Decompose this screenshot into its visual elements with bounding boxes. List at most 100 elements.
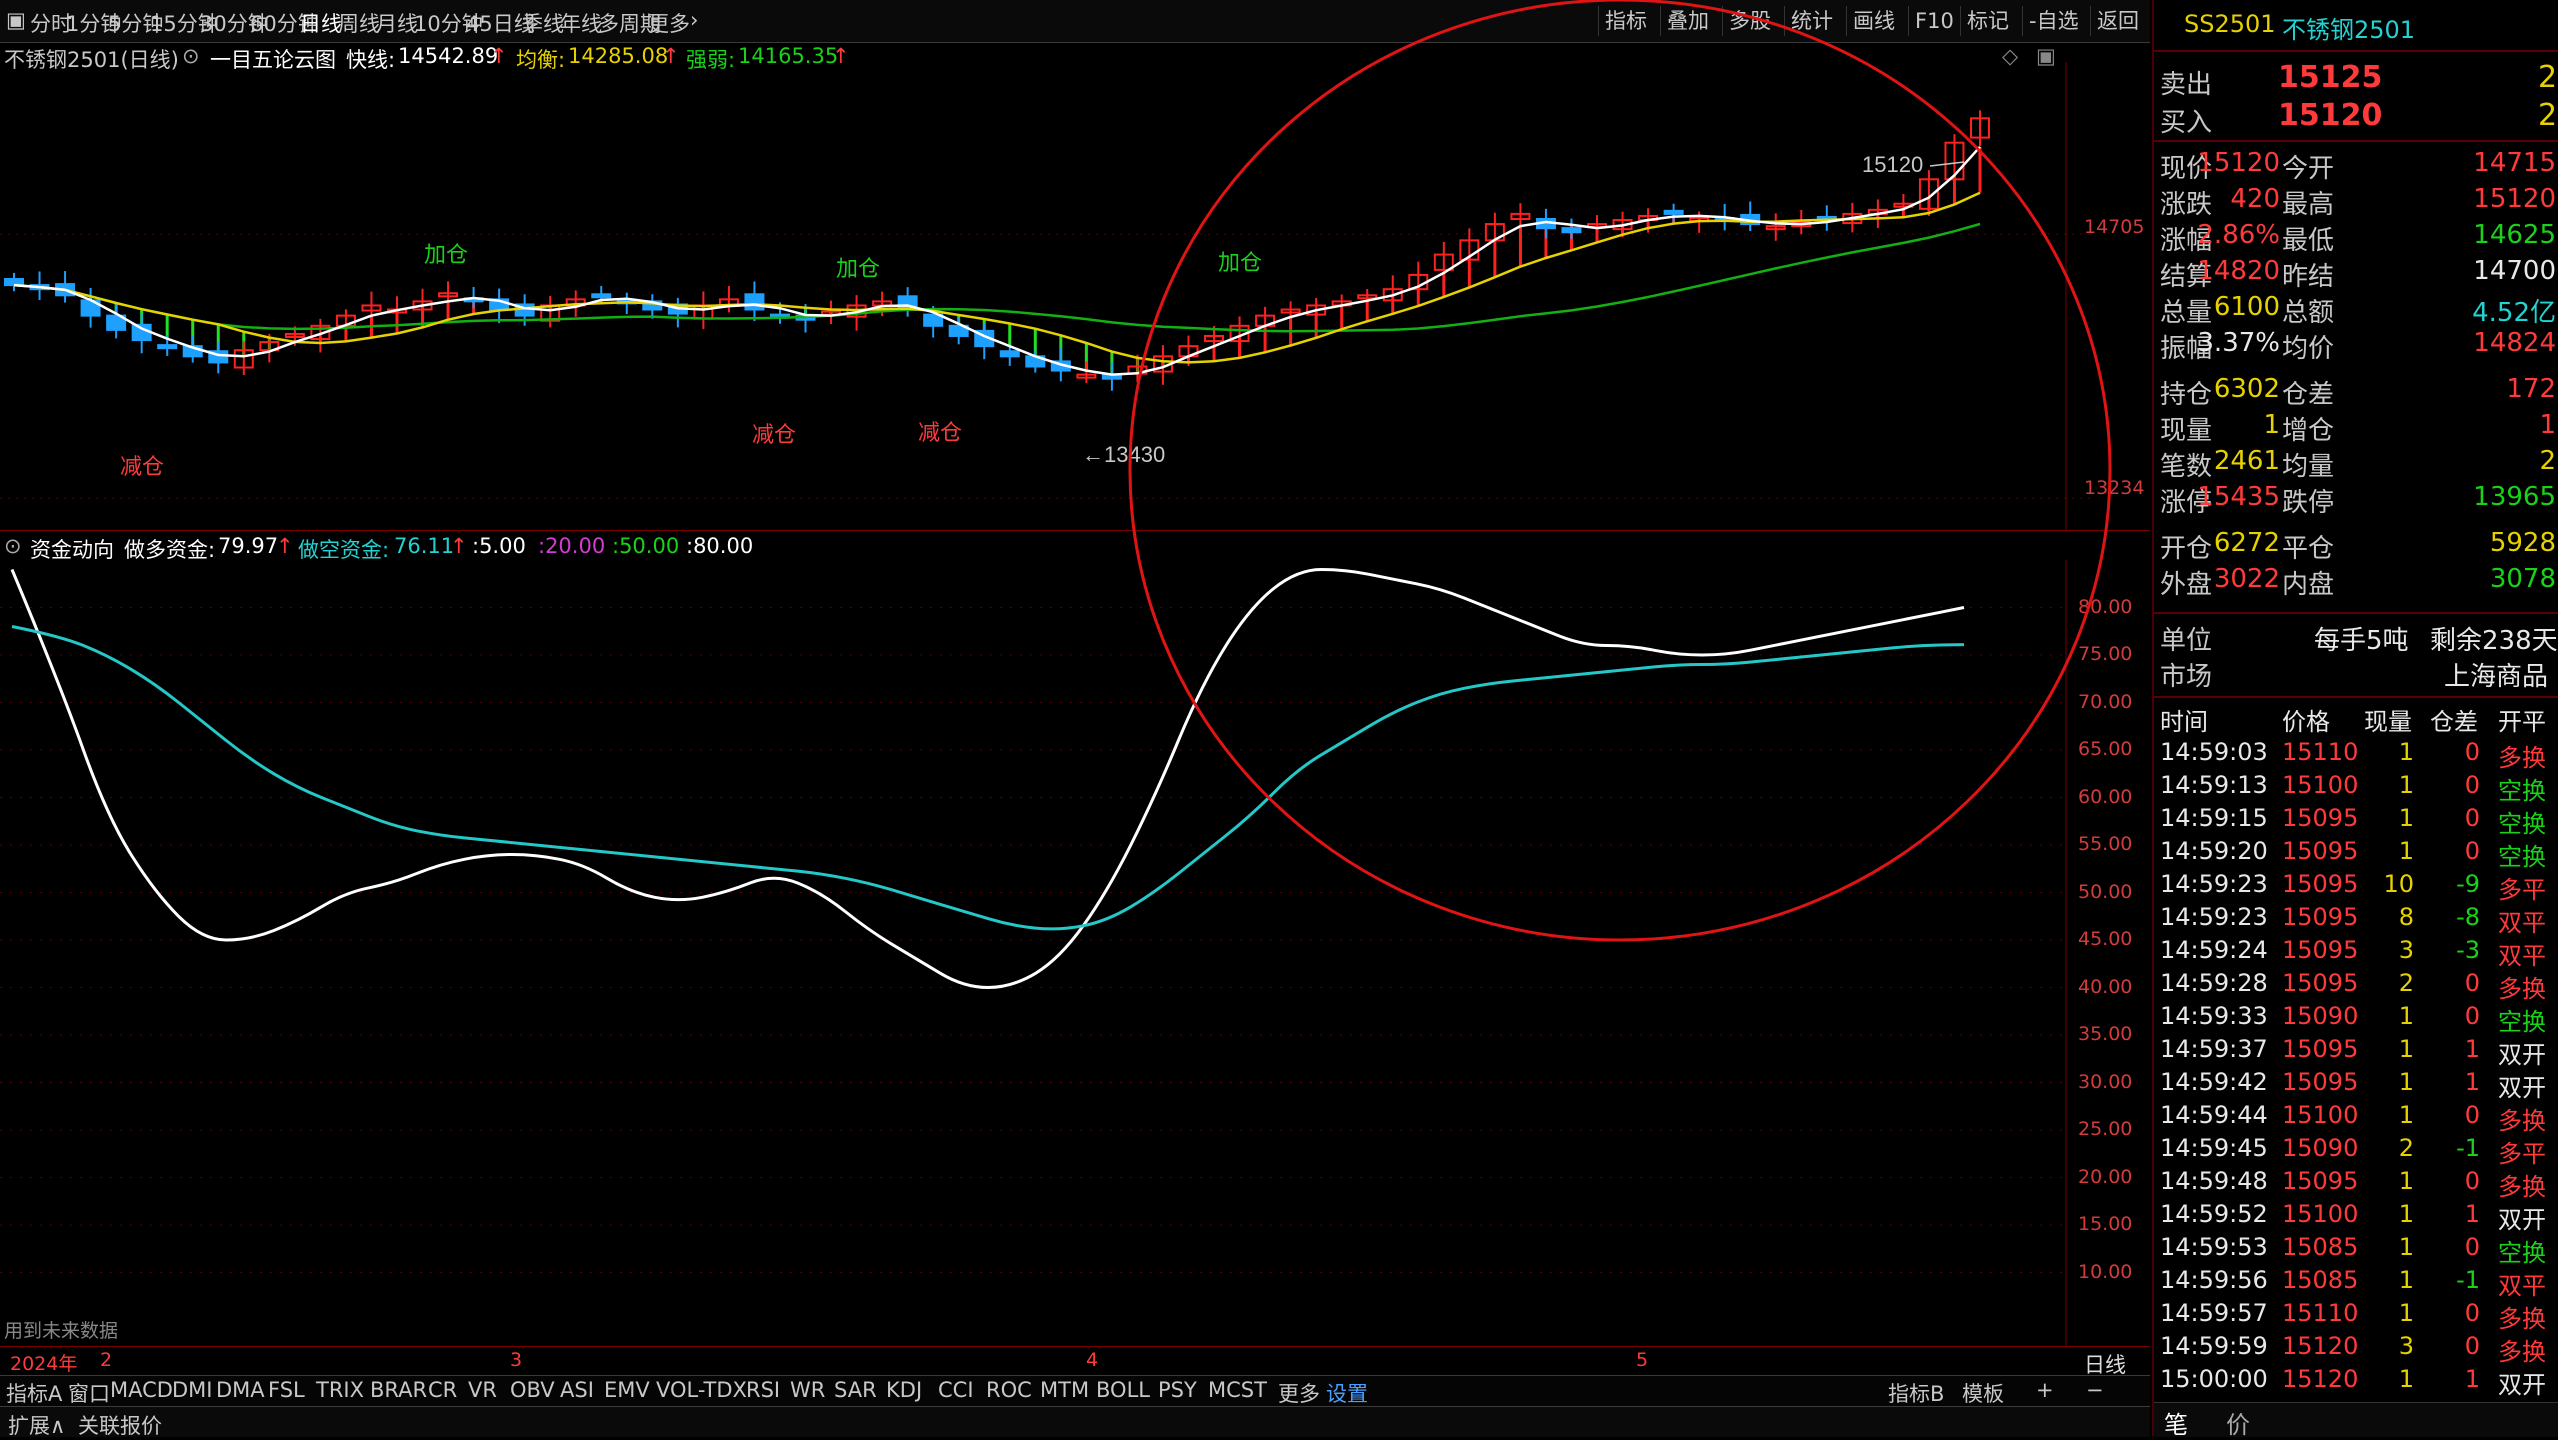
tick-row[interactable]: 14:59:15 15095 1 0 空换: [2154, 804, 2558, 838]
tick-row[interactable]: 14:59:57 15110 1 0 多换: [2154, 1299, 2558, 1333]
bid-row: 买入 15120 2: [2154, 98, 2558, 138]
tick-time: 14:59:42: [2160, 1068, 2268, 1096]
tick-price: 15085: [2282, 1233, 2359, 1261]
tick-oi-change: 0: [2464, 1233, 2480, 1261]
tick-row[interactable]: 14:59:13 15100 1 0 空换: [2154, 771, 2558, 805]
tick-oi-change: 1: [2464, 1068, 2480, 1096]
tab-cr[interactable]: CR: [428, 1378, 457, 1402]
tab-cci[interactable]: CCI: [938, 1378, 974, 1402]
tick-row[interactable]: 14:59:42 15095 1 1 双开: [2154, 1068, 2558, 1102]
indicator-axis-tick: 35.00: [2078, 1023, 2133, 1045]
tick-row[interactable]: 14:59:20 15095 1 0 空换: [2154, 837, 2558, 871]
quote-label: 涨跌: [2160, 190, 2213, 220]
tick-row[interactable]: 14:59:24 15095 3 -3 双平: [2154, 936, 2558, 970]
tab-fsl[interactable]: FSL: [268, 1378, 305, 1402]
tab-dma[interactable]: DMA: [216, 1378, 265, 1402]
tick-row[interactable]: 14:59:45 15090 2 -1 多平: [2154, 1134, 2558, 1168]
tick-row[interactable]: 15:00:00 15120 1 1 双开: [2154, 1365, 2558, 1399]
quote-label-2: 均价: [2282, 334, 2335, 364]
quote-value: 6302: [2213, 374, 2280, 404]
tick-row[interactable]: 14:59:52 15100 1 1 双开: [2154, 1200, 2558, 1234]
tab-窗口[interactable]: 窗口: [68, 1378, 110, 1408]
tab-obv[interactable]: OBV: [510, 1378, 555, 1402]
tab-right-1[interactable]: 模板: [1962, 1378, 2004, 1408]
quote-value-2: 3078: [2489, 564, 2556, 594]
tick-oi-change: -8: [2456, 903, 2480, 931]
tick-oi-change: 0: [2464, 837, 2480, 865]
quote-row: 涨停 15435 跌停 13965: [2154, 482, 2558, 518]
tab-boll[interactable]: BOLL: [1096, 1378, 1150, 1402]
quote-label-2: 均量: [2282, 452, 2335, 482]
tab-macd[interactable]: MACD: [110, 1378, 173, 1402]
tab-vol-tdx[interactable]: VOL-TDX: [656, 1378, 747, 1402]
unit-row: 单位 每手5吨 剩余238天: [2154, 620, 2558, 656]
time-axis-month: 5: [1636, 1349, 1649, 1371]
tab-brar[interactable]: BRAR: [370, 1378, 427, 1402]
tab-vr[interactable]: VR: [468, 1378, 497, 1402]
tick-volume: 2: [2398, 969, 2414, 997]
tick-oi-change: 0: [2464, 738, 2480, 766]
tab-dmi[interactable]: DMI: [172, 1378, 212, 1402]
quote-value-2: 172: [2506, 374, 2556, 404]
tab-指标a[interactable]: 指标A: [6, 1378, 62, 1408]
tab-right-2[interactable]: +: [2036, 1378, 2054, 1402]
tick-row[interactable]: 14:59:44 15100 1 0 多换: [2154, 1101, 2558, 1135]
tab-wr[interactable]: WR: [790, 1378, 825, 1402]
quote-label-2: 总额: [2282, 298, 2335, 328]
tick-volume: 1: [2398, 738, 2414, 766]
quote-value: 1: [2263, 410, 2280, 440]
tab-更多[interactable]: 更多: [1278, 1378, 1320, 1408]
tick-oi-change: 1: [2464, 1035, 2480, 1063]
tab-roc[interactable]: ROC: [986, 1378, 1032, 1402]
tick-oi-change: -3: [2456, 936, 2480, 964]
tab-kdj[interactable]: KDJ: [886, 1378, 922, 1402]
tick-time: 14:59:52: [2160, 1200, 2268, 1228]
tick-tab-price[interactable]: 价: [2226, 1405, 2250, 1440]
tab-right-0[interactable]: 指标B: [1888, 1378, 1944, 1408]
tick-price: 15100: [2282, 771, 2359, 799]
tick-type: 多换: [2498, 1107, 2546, 1135]
quote-value-2: 14715: [2473, 148, 2556, 178]
tick-time: 14:59:53: [2160, 1233, 2268, 1261]
ask-row: 卖出 15125 2: [2154, 60, 2558, 100]
quote-value-2: 2: [2539, 446, 2556, 476]
tab-emv[interactable]: EMV: [604, 1378, 650, 1402]
tab-right-3[interactable]: −: [2086, 1378, 2104, 1402]
quote-value: 14820: [2197, 256, 2280, 286]
tick-row[interactable]: 14:59:23 15095 8 -8 双平: [2154, 903, 2558, 937]
divider: [2154, 612, 2558, 614]
tick-row[interactable]: 14:59:33 15090 1 0 空换: [2154, 1002, 2558, 1036]
quote-value: 6100: [2213, 292, 2280, 322]
tab-psy[interactable]: PSY: [1158, 1378, 1197, 1402]
tick-row[interactable]: 14:59:23 15095 10 -9 多平: [2154, 870, 2558, 904]
tick-row[interactable]: 14:59:59 15120 3 0 多换: [2154, 1332, 2558, 1366]
tick-time: 14:59:23: [2160, 870, 2268, 898]
tick-volume: 1: [2398, 1233, 2414, 1261]
quote-label-2: 最高: [2282, 190, 2335, 220]
tick-oi-change: 0: [2464, 969, 2480, 997]
quote-value: 6272: [2213, 528, 2280, 558]
tab-sar[interactable]: SAR: [834, 1378, 877, 1402]
tick-type: 多平: [2498, 1140, 2546, 1168]
tab-trix[interactable]: TRIX: [316, 1378, 364, 1402]
tick-time: 15:00:00: [2160, 1365, 2268, 1393]
tab-mtm[interactable]: MTM: [1040, 1378, 1089, 1402]
tick-row[interactable]: 14:59:03 15110 1 0 多换: [2154, 738, 2558, 772]
tick-row[interactable]: 14:59:37 15095 1 1 双开: [2154, 1035, 2558, 1069]
tick-row[interactable]: 14:59:28 15095 2 0 多换: [2154, 969, 2558, 1003]
indicator-axis-tick: 20.00: [2078, 1165, 2133, 1188]
tick-type: 双开: [2498, 1371, 2546, 1399]
tick-volume: 1: [2398, 771, 2414, 799]
tick-time: 14:59:13: [2160, 771, 2268, 799]
quote-label: 总量: [2160, 298, 2213, 328]
status-bar: 扩展∧ 关联报价: [0, 1406, 2150, 1438]
tick-row[interactable]: 14:59:48 15095 1 0 多换: [2154, 1167, 2558, 1201]
tick-tab-trades[interactable]: 笔: [2164, 1405, 2188, 1440]
tick-row[interactable]: 14:59:53 15085 1 0 空换: [2154, 1233, 2558, 1267]
tab-设置[interactable]: 设置: [1326, 1378, 1368, 1408]
tab-rsi[interactable]: RSI: [746, 1378, 780, 1402]
tab-asi[interactable]: ASI: [560, 1378, 594, 1402]
tab-mcst[interactable]: MCST: [1208, 1378, 1267, 1402]
tick-row[interactable]: 14:59:56 15085 1 -1 双平: [2154, 1266, 2558, 1300]
tick-price: 15120: [2282, 1365, 2359, 1393]
